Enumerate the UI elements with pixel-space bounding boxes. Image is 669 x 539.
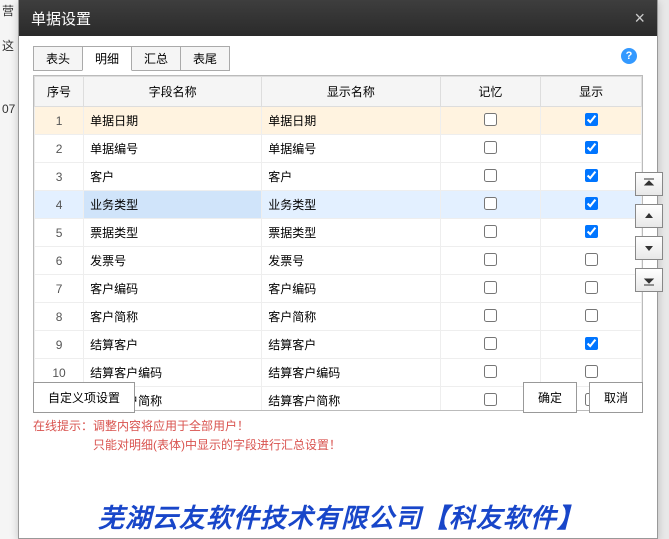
cell-display[interactable]: 发票号 bbox=[262, 247, 440, 275]
table-row[interactable]: 5票据类型票据类型 bbox=[35, 219, 642, 247]
cell-seq: 8 bbox=[35, 303, 84, 331]
memory-checkbox[interactable] bbox=[484, 253, 497, 266]
fields-table: 序号 字段名称 显示名称 记忆 显示 1单据日期单据日期2单据编号单据编号3客户… bbox=[34, 76, 642, 410]
show-checkbox[interactable] bbox=[585, 197, 598, 210]
tabs: 表头 明细 汇总 表尾 bbox=[33, 46, 643, 71]
col-memory: 记忆 bbox=[440, 77, 541, 107]
cell-field[interactable]: 发票号 bbox=[84, 247, 262, 275]
cell-seq: 5 bbox=[35, 219, 84, 247]
cell-display[interactable]: 客户编码 bbox=[262, 275, 440, 303]
cell-seq: 3 bbox=[35, 163, 84, 191]
col-seq: 序号 bbox=[35, 77, 84, 107]
table-row[interactable]: 1单据日期单据日期 bbox=[35, 107, 642, 135]
bg-text-3: 07 bbox=[0, 100, 19, 118]
cell-seq: 4 bbox=[35, 191, 84, 219]
custom-fields-button[interactable]: 自定义项设置 bbox=[33, 382, 135, 413]
cell-display[interactable]: 单据日期 bbox=[262, 107, 440, 135]
tab-header[interactable]: 表头 bbox=[33, 46, 83, 71]
cell-field[interactable]: 票据类型 bbox=[84, 219, 262, 247]
cell-seq: 6 bbox=[35, 247, 84, 275]
memory-checkbox[interactable] bbox=[484, 309, 497, 322]
cell-field[interactable]: 结算客户 bbox=[84, 331, 262, 359]
table-row[interactable]: 3客户客户 bbox=[35, 163, 642, 191]
cell-field[interactable]: 客户编码 bbox=[84, 275, 262, 303]
memory-checkbox[interactable] bbox=[484, 113, 497, 126]
cancel-button[interactable]: 取消 bbox=[589, 382, 643, 413]
help-icon[interactable]: ? bbox=[621, 48, 637, 64]
close-icon[interactable]: × bbox=[634, 8, 645, 29]
memory-checkbox[interactable] bbox=[484, 197, 497, 210]
table-container: 序号 字段名称 显示名称 记忆 显示 1单据日期单据日期2单据编号单据编号3客户… bbox=[33, 75, 643, 411]
cell-display[interactable]: 单据编号 bbox=[262, 135, 440, 163]
move-up-button[interactable] bbox=[635, 204, 663, 228]
table-row[interactable]: 4业务类型业务类型 bbox=[35, 191, 642, 219]
memory-checkbox[interactable] bbox=[484, 225, 497, 238]
show-checkbox[interactable] bbox=[585, 169, 598, 182]
show-checkbox[interactable] bbox=[585, 365, 598, 378]
cell-field[interactable]: 客户简称 bbox=[84, 303, 262, 331]
dialog-title: 单据设置 bbox=[31, 8, 91, 29]
show-checkbox[interactable] bbox=[585, 253, 598, 266]
table-row[interactable]: 8客户简称客户简称 bbox=[35, 303, 642, 331]
memory-checkbox[interactable] bbox=[484, 281, 497, 294]
bg-text-2: 这 bbox=[0, 35, 19, 56]
memory-checkbox[interactable] bbox=[484, 365, 497, 378]
bg-text-1: 营 bbox=[0, 0, 19, 21]
show-checkbox[interactable] bbox=[585, 141, 598, 154]
col-field: 字段名称 bbox=[84, 77, 262, 107]
tab-detail[interactable]: 明细 bbox=[82, 46, 132, 71]
table-row[interactable]: 7客户编码客户编码 bbox=[35, 275, 642, 303]
table-row[interactable]: 6发票号发票号 bbox=[35, 247, 642, 275]
tab-summary[interactable]: 汇总 bbox=[131, 46, 181, 71]
table-row[interactable]: 2单据编号单据编号 bbox=[35, 135, 642, 163]
table-row[interactable]: 9结算客户结算客户 bbox=[35, 331, 642, 359]
tab-footer[interactable]: 表尾 bbox=[180, 46, 230, 71]
hints: 在线提示：调整内容将应用于全部用户！ 只能对明细(表体)中显示的字段进行汇总设置… bbox=[33, 417, 643, 455]
show-checkbox[interactable] bbox=[585, 337, 598, 350]
cell-display[interactable]: 结算客户 bbox=[262, 331, 440, 359]
show-checkbox[interactable] bbox=[585, 309, 598, 322]
cell-seq: 2 bbox=[35, 135, 84, 163]
hint-line-1: 调整内容将应用于全部用户！ bbox=[93, 419, 249, 433]
hint-prefix: 在线提示： bbox=[33, 419, 93, 433]
watermark: 芜湖云友软件技术有限公司【科友软件】 bbox=[98, 498, 584, 535]
ok-button[interactable]: 确定 bbox=[523, 382, 577, 413]
hint-line-2: 只能对明细(表体)中显示的字段进行汇总设置！ bbox=[93, 436, 643, 455]
cell-display[interactable]: 客户 bbox=[262, 163, 440, 191]
move-bottom-button[interactable] bbox=[635, 268, 663, 292]
move-top-button[interactable] bbox=[635, 172, 663, 196]
cell-seq: 1 bbox=[35, 107, 84, 135]
move-down-button[interactable] bbox=[635, 236, 663, 260]
show-checkbox[interactable] bbox=[585, 113, 598, 126]
cell-field[interactable]: 单据编号 bbox=[84, 135, 262, 163]
cell-seq: 7 bbox=[35, 275, 84, 303]
memory-checkbox[interactable] bbox=[484, 141, 497, 154]
reorder-buttons bbox=[635, 172, 663, 292]
show-checkbox[interactable] bbox=[585, 225, 598, 238]
col-show: 显示 bbox=[541, 77, 642, 107]
titlebar: 单据设置 × bbox=[19, 0, 657, 36]
cell-field[interactable]: 客户 bbox=[84, 163, 262, 191]
cell-display[interactable]: 票据类型 bbox=[262, 219, 440, 247]
cell-seq: 9 bbox=[35, 331, 84, 359]
cell-display[interactable]: 业务类型 bbox=[262, 191, 440, 219]
dialog: 单据设置 × 表头 明细 汇总 表尾 ? 序号 字段名称 显示名称 记忆 bbox=[18, 0, 658, 539]
cell-field[interactable]: 单据日期 bbox=[84, 107, 262, 135]
cell-display[interactable]: 客户简称 bbox=[262, 303, 440, 331]
memory-checkbox[interactable] bbox=[484, 169, 497, 182]
cell-field[interactable]: 业务类型 bbox=[84, 191, 262, 219]
show-checkbox[interactable] bbox=[585, 281, 598, 294]
col-display: 显示名称 bbox=[262, 77, 440, 107]
memory-checkbox[interactable] bbox=[484, 337, 497, 350]
